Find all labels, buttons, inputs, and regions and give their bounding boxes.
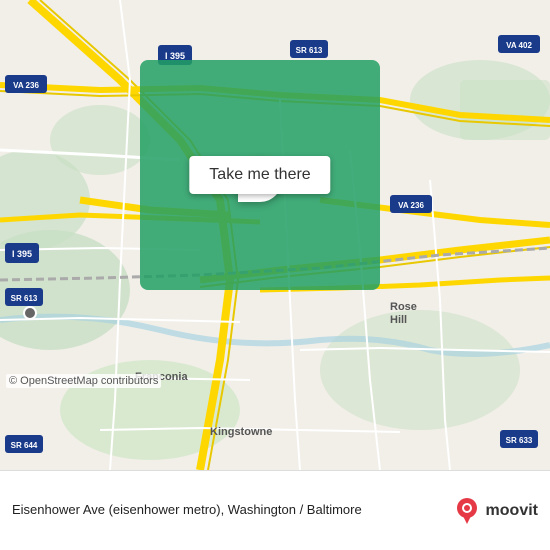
svg-text:VA 402: VA 402 xyxy=(506,41,532,50)
take-me-there-button[interactable]: Take me there xyxy=(189,156,330,194)
map-container: I 395 VA 236 SR 613 VA 402 I 395 SR 613 … xyxy=(0,0,550,470)
svg-text:SR 644: SR 644 xyxy=(11,441,38,450)
svg-text:SR 633: SR 633 xyxy=(506,436,533,445)
svg-text:VA 236: VA 236 xyxy=(13,81,39,90)
bottom-bar: Eisenhower Ave (eisenhower metro), Washi… xyxy=(0,470,550,550)
moovit-icon xyxy=(452,496,482,526)
svg-text:SR 613: SR 613 xyxy=(11,294,38,303)
moovit-label: moovit xyxy=(486,502,538,520)
svg-text:Kingstowne: Kingstowne xyxy=(210,426,272,438)
svg-text:Hill: Hill xyxy=(390,314,407,326)
svg-text:I 395: I 395 xyxy=(12,249,32,259)
svg-text:SR 613: SR 613 xyxy=(296,46,323,55)
location-description: Eisenhower Ave (eisenhower metro), Washi… xyxy=(12,501,442,519)
svg-text:VA 236: VA 236 xyxy=(398,201,424,210)
moovit-logo: moovit xyxy=(452,496,538,526)
svg-text:Rose: Rose xyxy=(390,301,417,313)
copyright-text: © OpenStreetMap contributors xyxy=(6,374,161,388)
map-overlay: Take me there xyxy=(140,60,380,290)
